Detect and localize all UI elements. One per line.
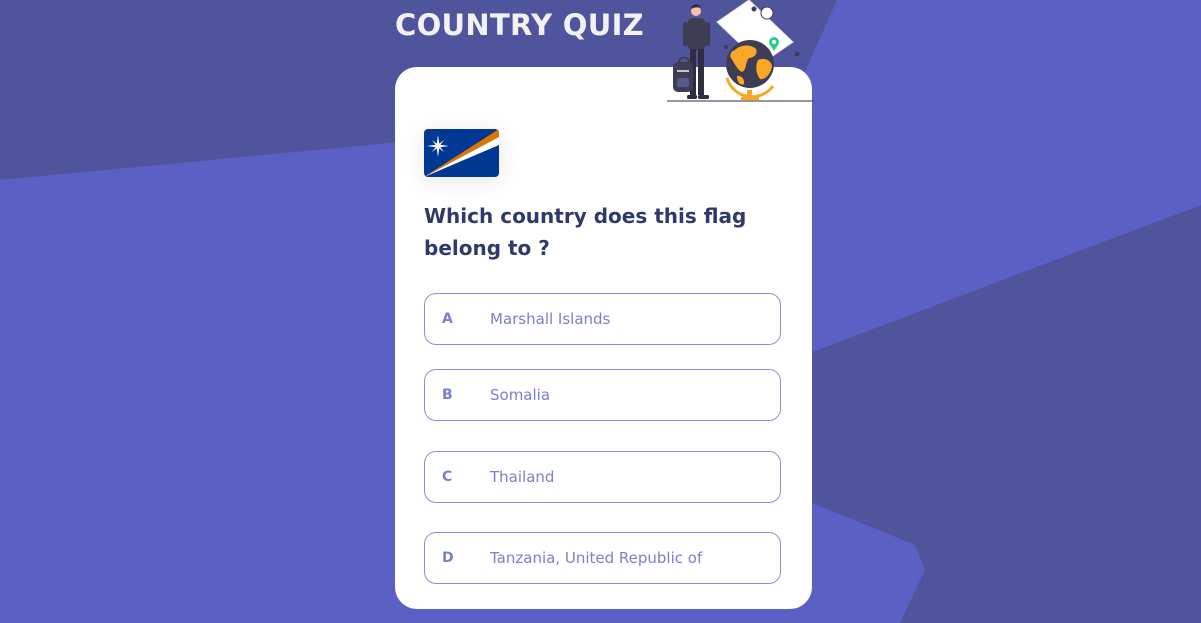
marshall-islands-flag-icon: [424, 129, 499, 177]
answer-letter: A: [442, 311, 453, 327]
traveler-globe-illustration: [667, 0, 813, 102]
answer-option-b[interactable]: B Somalia: [424, 369, 781, 421]
answer-text: Thailand: [490, 468, 555, 486]
answer-text: Somalia: [490, 386, 551, 404]
answer-option-c[interactable]: C Thailand: [424, 451, 781, 503]
flag-image: [424, 129, 499, 177]
answer-letter: C: [442, 469, 453, 485]
app-title: COUNTRY QUIZ: [395, 8, 644, 42]
question-text: Which country does this flag belong to ?: [424, 204, 747, 260]
answer-text: Tanzania, United Republic of: [490, 549, 703, 567]
answer-option-a[interactable]: A Marshall Islands: [424, 293, 781, 345]
answer-text: Marshall Islands: [490, 310, 611, 328]
answer-letter: B: [442, 387, 453, 403]
answer-letter: D: [442, 550, 454, 566]
quiz-card: Which country does this flag belong to ?…: [395, 67, 812, 609]
answer-option-d[interactable]: D Tanzania, United Republic of: [424, 532, 781, 584]
